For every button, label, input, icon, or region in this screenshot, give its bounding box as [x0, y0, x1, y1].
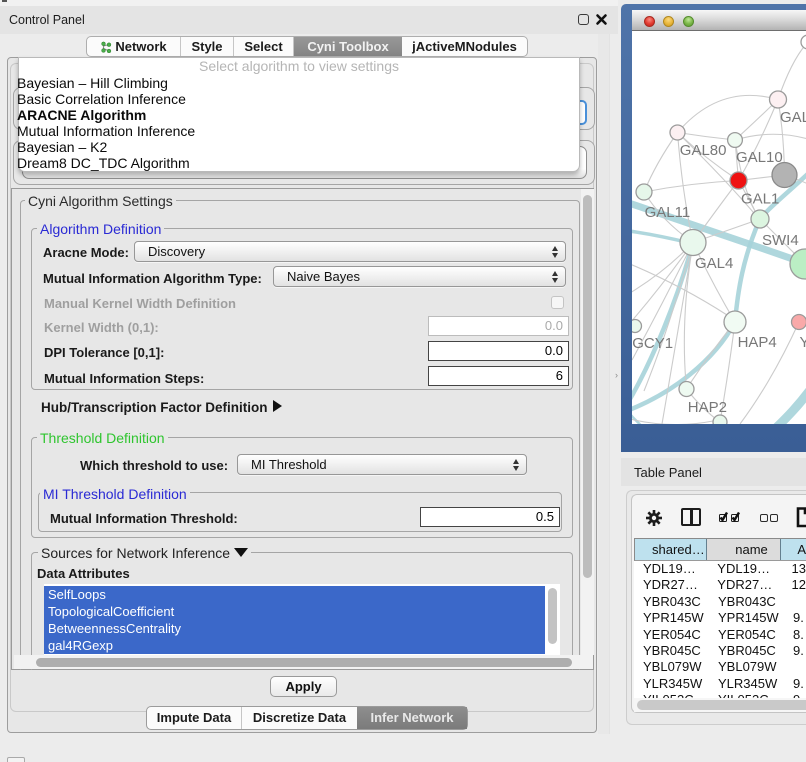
svg-text:YN: YN	[800, 334, 806, 351]
svg-text:GAL4: GAL4	[695, 255, 733, 272]
svg-text:GAL7: GAL7	[780, 109, 806, 126]
svg-text:HAP4: HAP4	[738, 334, 777, 351]
svg-text:GAL11: GAL11	[645, 204, 691, 221]
svg-text:GAL80: GAL80	[680, 142, 727, 159]
svg-text:GAL1: GAL1	[741, 191, 779, 208]
svg-text:GCY1: GCY1	[632, 335, 673, 352]
svg-text:HAP2: HAP2	[688, 399, 727, 416]
svg-text:SWI4: SWI4	[762, 232, 799, 249]
svg-text:GAL10: GAL10	[736, 149, 783, 166]
